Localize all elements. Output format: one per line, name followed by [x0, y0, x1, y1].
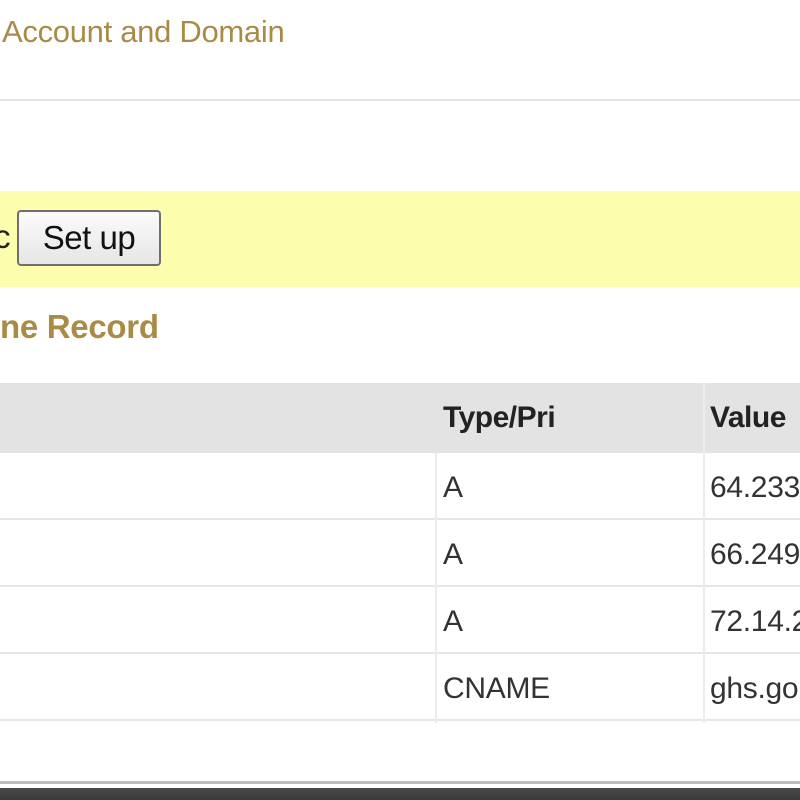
record-value-cell: ghs.go	[710, 672, 799, 705]
record-type-cell: A	[443, 605, 463, 638]
table-row[interactable]: A 64.233	[0, 453, 800, 520]
table-header: Type/Pri Value	[0, 383, 800, 453]
column-divider	[435, 453, 437, 723]
page-title: Account and Domain	[2, 14, 285, 49]
record-type-cell: A	[443, 471, 463, 504]
table-row[interactable]: CNAME ghs.go	[0, 654, 800, 721]
record-type-cell: A	[443, 538, 463, 571]
record-value-cell: 66.249	[710, 538, 800, 571]
record-name-cell	[0, 654, 434, 719]
dns-settings-page: Account and Domain c Set up ne Record Ty…	[0, 0, 800, 800]
column-header-value: Value	[710, 401, 786, 434]
record-value-cell: 72.14.2	[710, 605, 800, 638]
table-row[interactable]: A 66.249	[0, 520, 800, 587]
record-name-cell	[0, 453, 434, 518]
notice-text: c	[0, 218, 11, 255]
column-divider	[703, 383, 705, 723]
table-row[interactable]: A 72.14.2	[0, 587, 800, 654]
record-value-cell: 64.233	[710, 471, 800, 504]
record-name-cell	[0, 587, 434, 652]
column-header-type: Type/Pri	[443, 401, 556, 434]
header-divider	[0, 99, 800, 101]
record-type-cell: CNAME	[443, 672, 550, 705]
window-bottom-border	[0, 781, 800, 800]
dns-records-table: Type/Pri Value A 64.233 A 66.249 A 72.14…	[0, 383, 800, 723]
section-title: ne Record	[0, 308, 159, 345]
set-up-button[interactable]: Set up	[17, 210, 161, 266]
record-name-cell	[0, 520, 434, 585]
column-header-name	[0, 383, 434, 453]
